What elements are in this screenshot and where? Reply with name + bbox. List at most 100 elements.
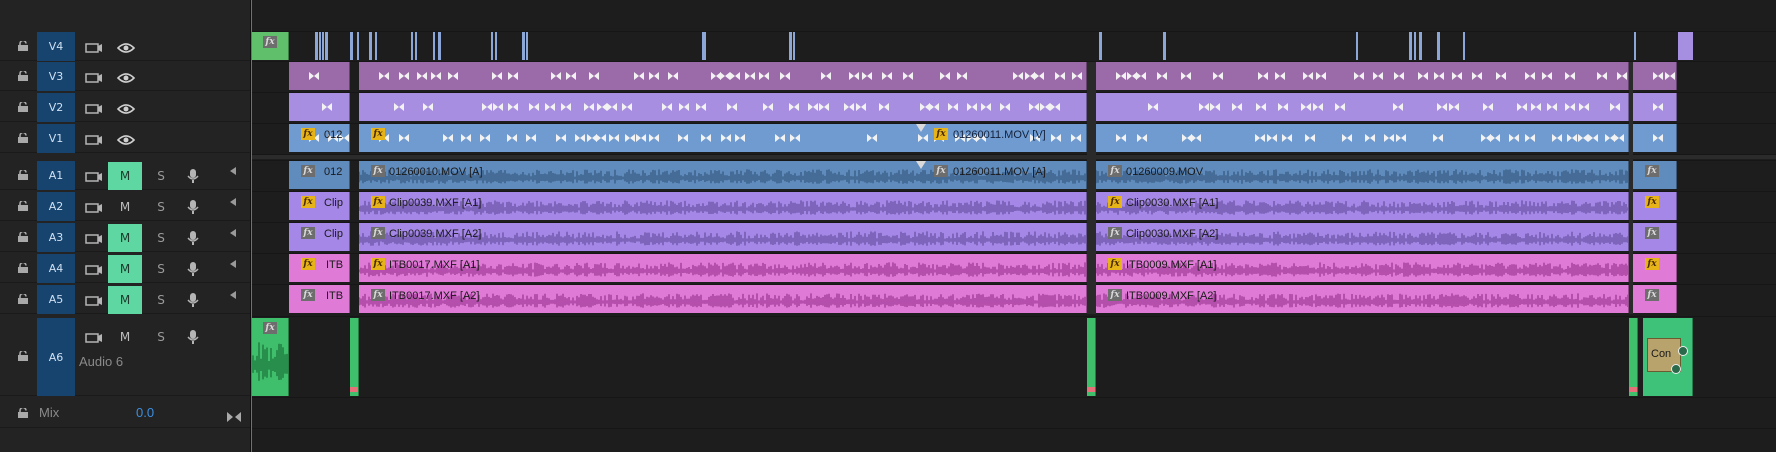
- v3-clip-2[interactable]: [359, 62, 1087, 90]
- solo-button-a1[interactable]: S: [154, 169, 168, 183]
- collapse-icon[interactable]: [230, 167, 236, 175]
- a4-clip-2[interactable]: fx ITB0017.MXF [A1]: [359, 254, 1087, 282]
- marker-icon[interactable]: [916, 161, 926, 169]
- film-icon[interactable]: [85, 231, 103, 245]
- a4-clip-4[interactable]: fx: [1633, 254, 1677, 282]
- lock-icon[interactable]: [17, 71, 29, 81]
- v4-clip-sliver[interactable]: [315, 32, 318, 60]
- track-target-a5[interactable]: A5: [37, 285, 75, 314]
- eye-icon[interactable]: [116, 70, 136, 84]
- a2-clip-3[interactable]: fx Clip0030.MXF [A1]: [1096, 192, 1629, 220]
- a3-clip-3[interactable]: fx Clip0030.MXF [A2]: [1096, 223, 1629, 251]
- v4-clip-sliver[interactable]: [491, 32, 493, 60]
- mic-icon[interactable]: [186, 292, 204, 307]
- eye-icon[interactable]: [116, 101, 136, 115]
- v1-clip-4[interactable]: [1633, 124, 1677, 152]
- v4-clip-sliver[interactable]: [357, 32, 359, 60]
- lock-icon[interactable]: [17, 102, 29, 112]
- keyframe-icon[interactable]: [1671, 364, 1681, 374]
- v2-clip-4[interactable]: [1633, 93, 1677, 121]
- v4-clip-sliver[interactable]: [375, 32, 377, 60]
- mix-value[interactable]: 0.0: [136, 405, 154, 420]
- mute-button-a5[interactable]: M: [108, 286, 142, 314]
- film-icon[interactable]: [85, 70, 103, 84]
- v4-clip-sliver[interactable]: [438, 32, 441, 60]
- v4-clip-sliver[interactable]: [1409, 32, 1412, 60]
- a1-clip-2[interactable]: fx 01260010.MOV [A] fx 01260011.MOV [A]: [359, 161, 1087, 189]
- solo-button-a5[interactable]: S: [154, 293, 168, 307]
- collapse-icon[interactable]: [230, 291, 236, 299]
- mute-button-a2[interactable]: M: [108, 193, 142, 221]
- mute-button-a3[interactable]: M: [108, 224, 142, 252]
- collapse-icon[interactable]: [230, 198, 236, 206]
- v4-clip-sliver[interactable]: [1356, 32, 1358, 60]
- solo-button-a4[interactable]: S: [154, 262, 168, 276]
- v4-clip-sliver[interactable]: [411, 32, 413, 60]
- a5-clip-1[interactable]: fx ITB: [289, 285, 350, 313]
- collapse-icon[interactable]: [230, 229, 236, 237]
- solo-button-a3[interactable]: S: [154, 231, 168, 245]
- a2-clip-4[interactable]: fx: [1633, 192, 1677, 220]
- a4-clip-3[interactable]: fx ITB0009.MXF [A1]: [1096, 254, 1629, 282]
- a1-clip-1[interactable]: fx 012: [289, 161, 350, 189]
- film-icon[interactable]: [85, 200, 103, 214]
- a3-clip-4[interactable]: fx: [1633, 223, 1677, 251]
- v2-clip-2[interactable]: [359, 93, 1087, 121]
- v4-clip-sliver[interactable]: [1414, 32, 1416, 60]
- lock-icon[interactable]: [17, 263, 29, 273]
- track-target-v3[interactable]: V3: [37, 62, 75, 91]
- film-icon[interactable]: [85, 132, 103, 146]
- v4-clip-sliver[interactable]: [322, 32, 324, 60]
- mic-icon[interactable]: [186, 329, 204, 344]
- v4-clip-sliver[interactable]: [1419, 32, 1422, 60]
- keyframe-icon[interactable]: [1678, 346, 1688, 356]
- v4-clip-sliver[interactable]: [1163, 32, 1166, 60]
- v4-clip-sliver[interactable]: [522, 32, 525, 60]
- mic-icon[interactable]: [186, 199, 204, 214]
- v4-clip-sliver[interactable]: [415, 32, 417, 60]
- mic-icon[interactable]: [186, 230, 204, 245]
- v1-clip-3[interactable]: [1096, 124, 1629, 152]
- marker-icon[interactable]: [916, 124, 926, 132]
- a6-clip-5[interactable]: Con: [1643, 318, 1693, 396]
- film-icon[interactable]: [85, 101, 103, 115]
- v4-clip-sliver[interactable]: [793, 32, 795, 60]
- a2-clip-2[interactable]: fx Clip0039.MXF [A1]: [359, 192, 1087, 220]
- a6-clip-1[interactable]: fx: [251, 318, 289, 396]
- track-target-a4[interactable]: A4: [37, 254, 75, 283]
- eye-icon[interactable]: [116, 40, 136, 54]
- mic-icon[interactable]: [186, 168, 204, 183]
- a4-clip-1[interactable]: fx ITB: [289, 254, 350, 282]
- mix-end-icon[interactable]: [226, 408, 242, 427]
- v4-clip-sliver[interactable]: [702, 32, 706, 60]
- v4-clip-sliver[interactable]: [526, 32, 528, 60]
- track-target-a6[interactable]: A6: [37, 318, 75, 396]
- v4-clip-sliver[interactable]: [1678, 32, 1693, 60]
- mute-button-a1[interactable]: M: [108, 162, 142, 190]
- v4-clip-sliver[interactable]: [325, 32, 328, 60]
- v3-clip-1[interactable]: [289, 62, 350, 90]
- track-target-a1[interactable]: A1: [37, 161, 75, 190]
- a5-clip-3[interactable]: fx ITB0009.MXF [A2]: [1096, 285, 1629, 313]
- lock-icon[interactable]: [17, 232, 29, 242]
- a2-clip-1[interactable]: fx Clip: [289, 192, 350, 220]
- lock-icon[interactable]: [17, 351, 29, 361]
- track-target-a3[interactable]: A3: [37, 223, 75, 252]
- collapse-icon[interactable]: [230, 260, 236, 268]
- v4-clip-sliver[interactable]: [350, 32, 353, 60]
- film-icon[interactable]: [85, 169, 103, 183]
- solo-button-a2[interactable]: S: [154, 200, 168, 214]
- v4-clip-sliver[interactable]: [319, 32, 321, 60]
- a5-clip-2[interactable]: fx ITB0017.MXF [A2]: [359, 285, 1087, 313]
- v2-clip-1[interactable]: [289, 93, 350, 121]
- v4-clip-sliver[interactable]: [789, 32, 792, 60]
- solo-button-a6[interactable]: S: [154, 330, 168, 344]
- v4-clip-sliver[interactable]: [495, 32, 497, 60]
- lock-icon[interactable]: [17, 408, 29, 418]
- track-target-a2[interactable]: A2: [37, 192, 75, 221]
- mic-icon[interactable]: [186, 261, 204, 276]
- v4-clip-sliver[interactable]: [1634, 32, 1636, 60]
- film-icon[interactable]: [85, 262, 103, 276]
- track-target-v2[interactable]: V2: [37, 93, 75, 122]
- mute-button-a4[interactable]: M: [108, 255, 142, 283]
